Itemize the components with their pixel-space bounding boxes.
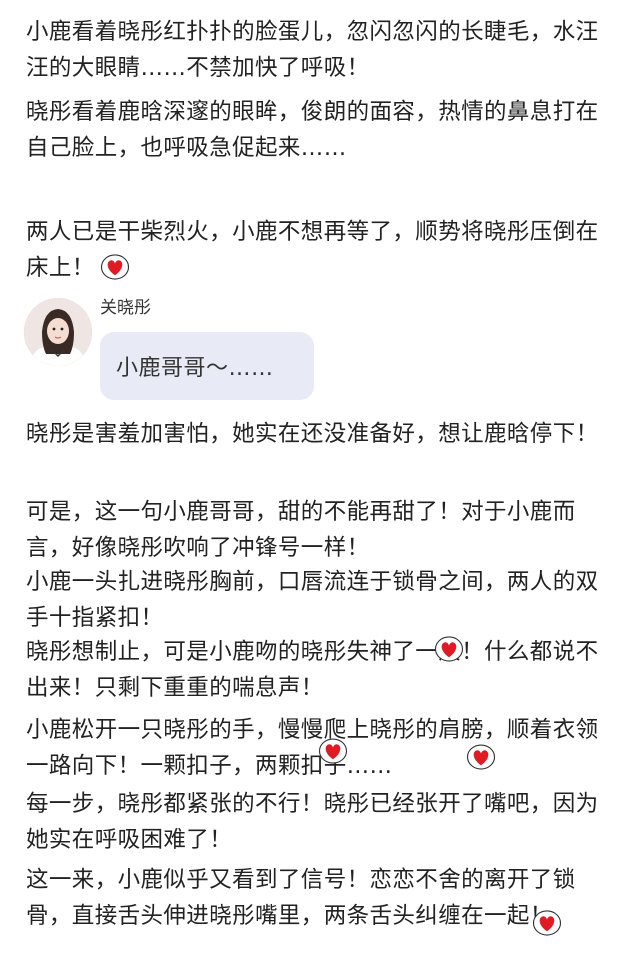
heart-sticker-icon (532, 910, 562, 936)
paragraph-9: 每一步，晓彤都紧张的不行！晓彤已经张开了嘴吧，因为她实在呼吸困难了！ (26, 791, 599, 853)
heart-sticker-icon (434, 636, 464, 662)
article-page: 小鹿看着晓彤红扑扑的脸蛋儿，忽闪忽闪的长睫毛，水汪汪的大眼睛……不禁加快了呼吸！… (0, 0, 640, 962)
chat-message-bubble: 小鹿哥哥～…… (100, 332, 314, 400)
heart-sticker-icon (100, 254, 130, 280)
paragraph-6: 小鹿一头扎进晓彤胸前，口唇流连于锁骨之间，两人的双手十指紧扣！ (26, 569, 599, 631)
paragraph-5: 可是，这一句小鹿哥哥，甜的不能再甜了！对于小鹿而言，好像晓彤吹响了冲锋号一样！ (26, 499, 576, 561)
chat-message-text: 小鹿哥哥～…… (116, 356, 274, 381)
paragraph-1: 小鹿看着晓彤红扑扑的脸蛋儿，忽闪忽闪的长睫毛，水汪汪的大眼睛……不禁加快了呼吸！ (26, 19, 599, 81)
chat-sender-name: 关晓彤 (100, 298, 151, 318)
paragraph-2: 晓彤看着鹿晗深邃的眼眸，俊朗的面容，热情的鼻息打在自己脸上，也呼吸急促起来…… (26, 99, 599, 161)
paragraph-7: 晓彤想制止，可是小鹿吻的晓彤失神了一般！什么都说不出来！只剩下重重的喘息声！ (26, 639, 599, 701)
user-avatar-photo (24, 298, 92, 366)
paragraph-4: 晓彤是害羞加害怕，她实在还没准备好，想让鹿晗停下！ (26, 421, 599, 447)
heart-sticker-icon (318, 738, 348, 764)
chat-avatar[interactable] (24, 298, 92, 366)
paragraph-10: 这一来，小鹿似乎又看到了信号！恋恋不舍的离开了锁骨，直接舌头伸进晓彤嘴里，两条舌… (26, 867, 576, 929)
heart-sticker-icon (466, 744, 496, 770)
